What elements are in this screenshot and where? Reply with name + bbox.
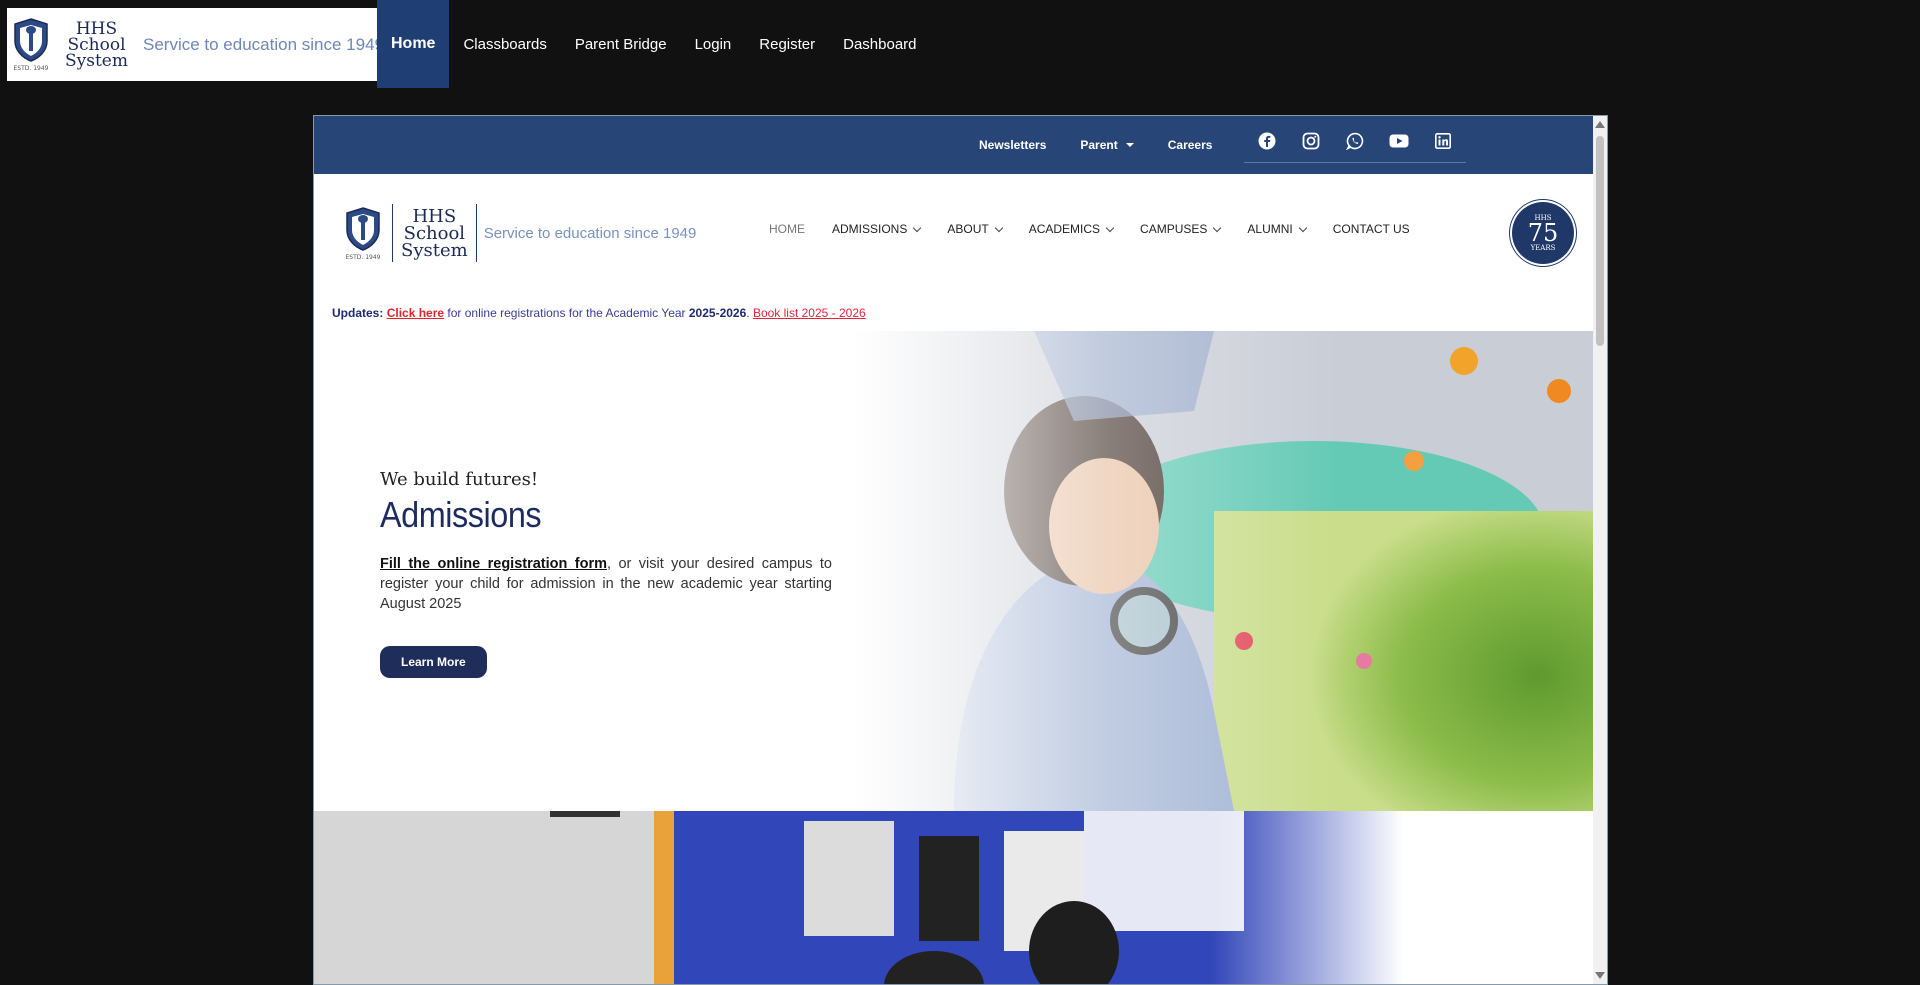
outer-nav-classboards[interactable]: Classboards — [449, 0, 560, 88]
nav-label: CAMPUSES — [1140, 222, 1208, 236]
chevron-down-icon — [913, 223, 922, 232]
outer-nav-parent-bridge[interactable]: Parent Bridge — [561, 0, 681, 88]
book-list-link[interactable]: Book list 2025 - 2026 — [753, 306, 866, 320]
logo-name-line: School — [403, 222, 466, 244]
nav-label: ADMISSIONS — [832, 222, 908, 236]
logo-estd: ESTD. 1949 — [13, 65, 49, 72]
click-here-link[interactable]: Click here — [387, 306, 444, 320]
nav-label: ABOUT — [947, 222, 989, 236]
outer-nav-login[interactable]: Login — [681, 0, 746, 88]
logo-name: HHS School System — [401, 205, 468, 261]
site-topbar: Newsletters Parent Careers — [314, 116, 1595, 174]
nav-label: ALUMNI — [1247, 222, 1293, 236]
topbar-link-label: Careers — [1167, 138, 1213, 152]
topbar-careers-link[interactable]: Careers — [1168, 138, 1213, 152]
badge-bottom: YEARS — [1530, 244, 1556, 252]
anniversary-badge: HHS 75 YEARS — [1512, 202, 1574, 264]
nav-contact-us[interactable]: CONTACT US — [1333, 222, 1410, 236]
logo-name-line: HHS — [412, 205, 457, 227]
logo-tagline: Service to education since 1949 — [483, 224, 697, 242]
hero-body: Fill the online registration form, or vi… — [380, 554, 832, 614]
nav-label: HOME — [769, 222, 805, 236]
topbar-link-label: Newsletters — [979, 138, 1047, 152]
outer-logo[interactable]: ESTD. 1949 HHS School System Service to … — [7, 8, 384, 81]
outer-nav-register[interactable]: Register — [745, 0, 829, 88]
shield-logo-icon: ESTD. 1949 — [342, 204, 384, 262]
hero-subtitle: We build futures! — [380, 469, 539, 490]
nav-about[interactable]: ABOUT — [947, 222, 1003, 236]
logo-estd: ESTD. 1949 — [345, 253, 381, 261]
site-logo[interactable]: ESTD. 1949 HHS School System Service to … — [342, 204, 696, 262]
classroom-photo — [314, 811, 1595, 984]
outer-nav-dashboard[interactable]: Dashboard — [829, 0, 930, 88]
embedded-site-frame[interactable]: Newsletters Parent Careers ESTD. 1949 HH… — [313, 115, 1608, 985]
frame-scrollbar[interactable] — [1593, 116, 1607, 984]
academic-year: 2025-2026 — [688, 306, 747, 320]
classroom-section — [314, 811, 1595, 984]
topbar-parent-dropdown[interactable]: Parent — [1080, 138, 1134, 152]
nav-home[interactable]: HOME — [769, 222, 805, 236]
caret-down-icon — [1125, 143, 1134, 147]
logo-tagline: Service to education since 1949 — [143, 34, 384, 54]
updates-dot: . — [746, 306, 753, 320]
scroll-thumb[interactable] — [1596, 136, 1604, 346]
logo-divider — [392, 204, 393, 262]
chevron-down-icon — [1298, 223, 1307, 232]
logo-name: HHS School System — [65, 20, 128, 71]
youtube-icon[interactable] — [1386, 130, 1412, 152]
shield-logo-icon: ESTD. 1949 — [13, 16, 49, 74]
linkedin-icon[interactable] — [1430, 130, 1456, 152]
badge-number: 75 — [1527, 219, 1559, 247]
site-main-nav: HOME ADMISSIONS ABOUT ACADEMICS CAMPUSES… — [769, 222, 1437, 236]
logo-name-line: System — [401, 239, 468, 261]
registration-form-link[interactable]: Fill the online registration form — [380, 556, 607, 572]
nav-campuses[interactable]: CAMPUSES — [1140, 222, 1222, 236]
outer-nav: Home Classboards Parent Bridge Login Reg… — [377, 0, 931, 88]
hero-content: We build futures! Admissions Fill the on… — [380, 469, 832, 678]
updates-text: for online registrations for the Academi… — [444, 306, 689, 320]
chevron-down-icon — [1213, 223, 1222, 232]
chevron-down-icon — [1105, 223, 1115, 232]
admissions-hero: We build futures! Admissions Fill the on… — [314, 331, 1595, 811]
social-links — [1244, 130, 1466, 163]
site-header: ESTD. 1949 HHS School System Service to … — [314, 174, 1595, 292]
topbar-newsletters-link[interactable]: Newsletters — [979, 138, 1046, 152]
hero-title: Admissions — [380, 494, 542, 535]
topbar-link-label: Parent — [1080, 138, 1118, 152]
topbar-links: Newsletters Parent Careers — [979, 116, 1246, 174]
learn-more-button[interactable]: Learn More — [380, 646, 487, 678]
nav-label: CONTACT US — [1332, 222, 1410, 236]
chevron-down-icon — [994, 223, 1003, 232]
nav-academics[interactable]: ACADEMICS — [1028, 222, 1115, 236]
logo-name-line: System — [65, 50, 128, 71]
logo-divider — [475, 204, 477, 262]
facebook-icon[interactable] — [1254, 130, 1280, 152]
updates-bar: Updates: Click here for online registrat… — [332, 306, 866, 320]
instagram-icon[interactable] — [1298, 130, 1324, 152]
nav-alumni[interactable]: ALUMNI — [1247, 222, 1307, 236]
outer-nav-home[interactable]: Home — [377, 0, 450, 88]
nav-admissions[interactable]: ADMISSIONS — [832, 222, 922, 236]
whatsapp-icon[interactable] — [1342, 130, 1368, 152]
nav-label: ACADEMICS — [1028, 222, 1101, 236]
scroll-down-icon[interactable] — [1595, 972, 1605, 979]
updates-label: Updates: — [332, 306, 384, 320]
scroll-up-icon[interactable] — [1595, 121, 1605, 128]
